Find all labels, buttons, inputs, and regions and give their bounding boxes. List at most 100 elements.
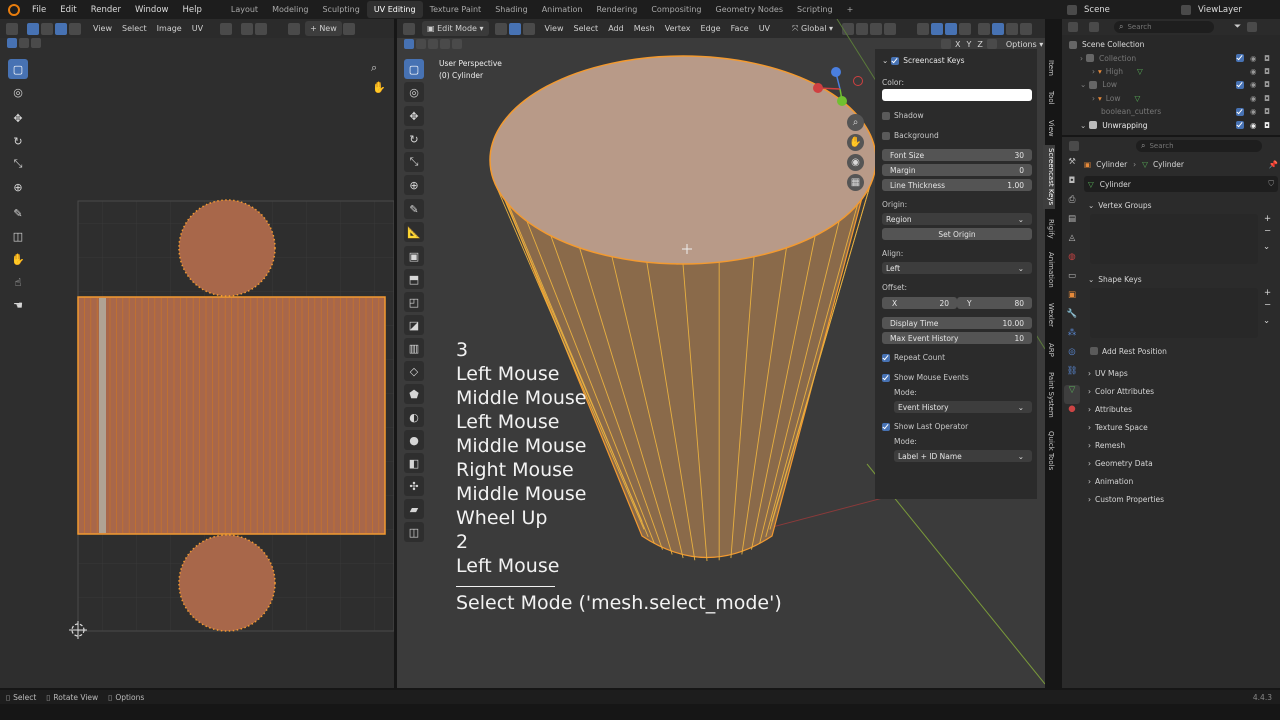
offset-y-field[interactable]: Y 80	[957, 297, 1032, 309]
menu-render[interactable]: Render	[84, 5, 128, 15]
outliner-row-high[interactable]: › ▾ High ▽ ◉ ◘	[1062, 65, 1280, 78]
add-workspace-button[interactable]: +	[840, 1, 861, 18]
collection-include-checkbox[interactable]	[1236, 54, 1244, 63]
visibility-eye-icon[interactable]: ◉	[1250, 107, 1257, 116]
filter-icon[interactable]: ⏷	[1234, 22, 1241, 32]
tab-animation[interactable]: Animation	[535, 1, 590, 18]
panel-color-attributes[interactable]: › Color Attributes	[1084, 382, 1278, 400]
move-tool-icon[interactable]: ✥	[404, 106, 424, 126]
tab-geometry-nodes[interactable]: Geometry Nodes	[709, 1, 790, 18]
outliner-row-low[interactable]: › ▾ Low ▽ ◉ ◘	[1062, 92, 1280, 105]
panel-custom-properties[interactable]: › Custom Properties	[1084, 490, 1278, 508]
visibility-eye-icon[interactable]: ◉	[1250, 67, 1257, 76]
line-thickness-field[interactable]: Line Thickness 1.00	[882, 179, 1032, 191]
set-origin-button[interactable]: Set Origin	[882, 228, 1032, 240]
background-checkbox[interactable]	[882, 131, 890, 140]
blender-logo-icon[interactable]	[8, 3, 20, 16]
tab-shading[interactable]: Shading	[488, 1, 535, 18]
rotate-tool-icon[interactable]: ↻	[404, 129, 424, 149]
tab-uv-editing[interactable]: UV Editing	[366, 1, 423, 18]
extrude-tool-icon[interactable]: ⬒	[404, 269, 424, 289]
spin-tool-icon[interactable]: ◐	[404, 407, 424, 427]
shadow-toggle[interactable]: Shadow	[882, 111, 924, 120]
uv-island-top-circle[interactable]	[178, 199, 276, 297]
tab-scripting[interactable]: Scripting	[790, 1, 840, 18]
collection-include-checkbox[interactable]	[1236, 80, 1244, 89]
view-layer-selector[interactable]: ViewLayer	[1180, 2, 1242, 17]
operator-mode-dropdown[interactable]: Label + ID Name ⌄	[894, 450, 1032, 462]
tab-animation[interactable]: Animation	[1043, 248, 1055, 292]
remove-vertex-group-icon[interactable]: −	[1264, 226, 1271, 236]
particles-tab-icon[interactable]: ⁂	[1064, 328, 1080, 347]
visibility-eye-icon[interactable]: ◉	[1250, 54, 1257, 63]
tab-sculpting[interactable]: Sculpting	[315, 1, 366, 18]
data-tab-icon[interactable]: ▽	[1064, 385, 1080, 404]
rip-region-tool-icon[interactable]: ◫	[404, 522, 424, 542]
perspective-toggle-icon[interactable]: ▦	[847, 174, 864, 191]
outliner-search-input[interactable]: ⌕ Search	[1114, 21, 1214, 33]
panel-remesh[interactable]: › Remesh	[1084, 436, 1278, 454]
cursor-tool-icon[interactable]: ◎	[404, 82, 424, 102]
collection-include-checkbox[interactable]	[1236, 121, 1244, 130]
physics-tab-icon[interactable]: ◎	[1064, 347, 1080, 366]
shear-tool-icon[interactable]: ▰	[404, 499, 424, 519]
smooth-tool-icon[interactable]: ●	[404, 430, 424, 450]
show-last-operator-checkbox[interactable]	[882, 422, 890, 431]
repeat-count-toggle[interactable]: Repeat Count	[882, 353, 945, 362]
render-tab-icon[interactable]: ◘	[1064, 176, 1080, 195]
editor-type-icon[interactable]	[1069, 140, 1079, 151]
display-time-field[interactable]: Display Time 10.00	[882, 317, 1032, 329]
vertex-groups-panel-header[interactable]: ⌄ Vertex Groups	[1084, 196, 1278, 214]
origin-dropdown[interactable]: Region ⌄	[882, 213, 1032, 225]
vertex-group-menu-icon[interactable]: ⌄	[1263, 242, 1270, 252]
visibility-eye-icon[interactable]: ◉	[1250, 94, 1257, 103]
tab-rendering[interactable]: Rendering	[589, 1, 644, 18]
annotate-tool-icon[interactable]: ✎	[404, 199, 424, 219]
object-tab-icon[interactable]: ▣	[1064, 290, 1080, 309]
outliner-row-unwrapping[interactable]: ⌄ Unwrapping ◉ ◘	[1062, 118, 1280, 131]
offset-x-field[interactable]: X 20	[882, 297, 957, 309]
tool-tab-icon[interactable]: ⚒	[1064, 157, 1080, 176]
panel-attributes[interactable]: › Attributes	[1084, 400, 1278, 418]
outliner-row-collection[interactable]: › Collection ◉ ◘	[1062, 51, 1280, 64]
uv-island-bottom-circle[interactable]	[178, 534, 276, 632]
font-size-field[interactable]: Font Size 30	[882, 149, 1032, 161]
tab-tool[interactable]: Tool	[1043, 87, 1055, 109]
poly-build-tool-icon[interactable]: ⬟	[404, 384, 424, 404]
pin-icon[interactable]: 📌	[1269, 160, 1278, 169]
add-shape-key-icon[interactable]: +	[1264, 288, 1271, 298]
add-rest-position-toggle[interactable]: Add Rest Position	[1084, 342, 1278, 360]
margin-field[interactable]: Margin 0	[882, 164, 1032, 176]
render-camera-icon[interactable]: ◘	[1264, 54, 1270, 63]
screencast-enable-checkbox[interactable]	[891, 56, 900, 65]
pan-hand-icon[interactable]: ✋	[847, 134, 864, 151]
scene-selector[interactable]: Scene	[1066, 2, 1110, 17]
transform-tool-icon[interactable]: ⊕	[404, 175, 424, 195]
add-rest-position-checkbox[interactable]	[1090, 347, 1098, 355]
shadow-checkbox[interactable]	[882, 111, 890, 120]
render-camera-icon[interactable]: ◘	[1264, 67, 1270, 76]
outliner-row-scene-collection[interactable]: Scene Collection	[1062, 38, 1280, 51]
output-tab-icon[interactable]: ⎙	[1064, 195, 1080, 214]
menu-edit[interactable]: Edit	[53, 5, 83, 15]
tab-arp[interactable]: ARP	[1043, 339, 1055, 361]
background-toggle[interactable]: Background	[882, 131, 939, 140]
render-camera-icon[interactable]: ◘	[1264, 107, 1270, 116]
panel-animation[interactable]: › Animation	[1084, 472, 1278, 490]
color-swatch[interactable]	[882, 89, 1032, 101]
show-mouse-events-toggle[interactable]: Show Mouse Events	[882, 373, 969, 382]
tab-wexler[interactable]: Wexler	[1043, 297, 1055, 333]
scene-tab-icon[interactable]: ◬	[1064, 233, 1080, 252]
render-camera-icon[interactable]: ◘	[1264, 80, 1270, 89]
outliner-row-boolean-cutters[interactable]: boolean_cutters ◉ ◘	[1062, 105, 1280, 118]
shape-keys-panel-header[interactable]: ⌄ Shape Keys	[1084, 270, 1278, 288]
max-event-history-field[interactable]: Max Event History 10	[882, 332, 1032, 344]
show-mouse-events-checkbox[interactable]	[882, 373, 890, 382]
tab-rigify[interactable]: Rigify	[1043, 215, 1055, 243]
outliner-row-low-collection[interactable]: ⌄ Low ◉ ◘	[1062, 78, 1280, 91]
edge-slide-tool-icon[interactable]: ◧	[404, 453, 424, 473]
add-vertex-group-icon[interactable]: +	[1264, 214, 1271, 224]
select-box-tool-icon[interactable]: ▢	[404, 59, 424, 79]
panel-uv-maps[interactable]: › UV Maps	[1084, 364, 1278, 382]
tab-paint-system[interactable]: Paint System	[1043, 368, 1055, 422]
